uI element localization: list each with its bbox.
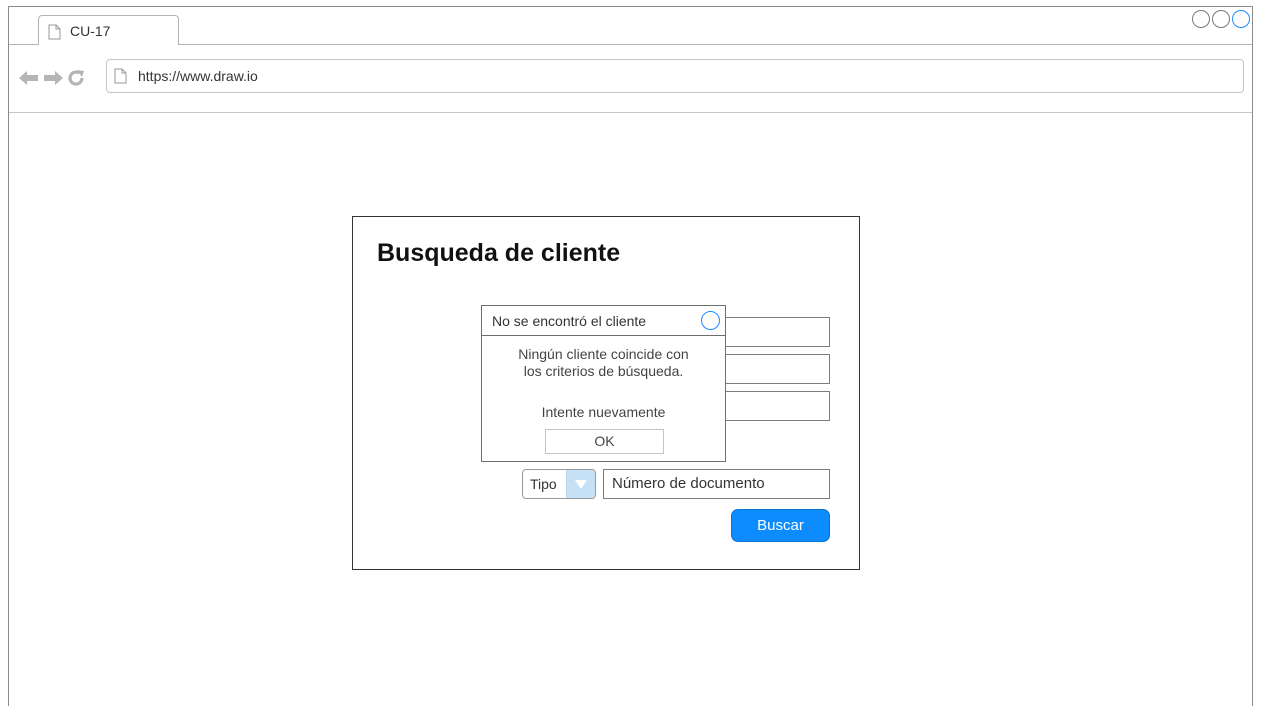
url-text: https://www.draw.io [138, 68, 258, 84]
tab-strip-divider [9, 44, 1252, 45]
dialog-retry-text: Intente nuevamente [541, 404, 666, 420]
ok-button[interactable]: OK [545, 429, 664, 454]
minimize-circle-icon[interactable] [1192, 10, 1210, 28]
close-circle-icon[interactable] [1232, 10, 1250, 28]
forward-arrow-icon[interactable] [43, 71, 63, 85]
address-bar[interactable]: https://www.draw.io [106, 59, 1244, 93]
dialog-header: No se encontró el cliente [482, 306, 725, 336]
back-arrow-icon[interactable] [19, 71, 39, 85]
document-type-label: Tipo [530, 476, 557, 492]
reload-icon[interactable] [67, 69, 85, 87]
document-number-placeholder: Número de documento [612, 475, 765, 492]
toolbar-divider [9, 112, 1252, 113]
page-icon [48, 24, 61, 45]
panel-title: Busqueda de cliente [377, 239, 621, 267]
dialog-message-line-2: los criterios de búsqueda. [523, 363, 684, 379]
browser-tab[interactable]: CU-17 [38, 15, 179, 45]
page-icon [114, 68, 127, 89]
tab-title: CU-17 [70, 23, 111, 39]
search-button[interactable]: Buscar [731, 509, 830, 542]
navigation-buttons [19, 69, 85, 87]
window-controls [1192, 10, 1250, 28]
document-number-input[interactable]: Número de documento [603, 469, 830, 499]
search-field-3[interactable] [723, 391, 830, 421]
search-field-2[interactable] [723, 354, 830, 384]
dialog-message: Ningún cliente coincide con los criterio… [482, 346, 725, 380]
search-field-1[interactable] [723, 317, 830, 347]
dropdown-button[interactable] [566, 470, 595, 498]
dialog-message-line-1: Ningún cliente coincide con [518, 346, 689, 362]
close-icon[interactable] [701, 311, 720, 330]
document-type-select[interactable]: Tipo [522, 469, 596, 499]
maximize-circle-icon[interactable] [1212, 10, 1230, 28]
dialog-title: No se encontró el cliente [492, 313, 647, 329]
not-found-dialog: No se encontró el cliente Ningún cliente… [481, 305, 726, 462]
